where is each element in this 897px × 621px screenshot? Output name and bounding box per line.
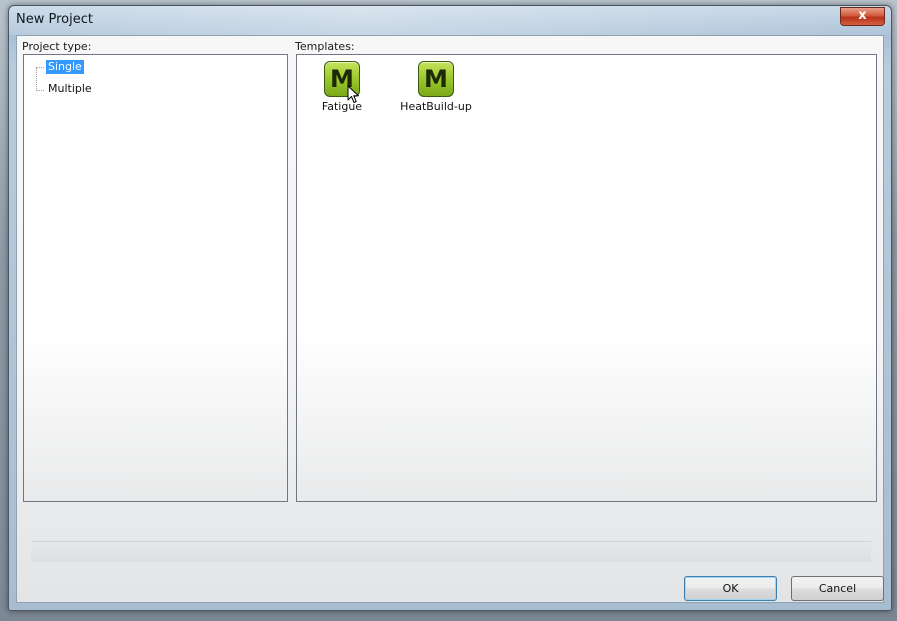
template-m-icon: M bbox=[418, 61, 454, 97]
template-label: HeatBuild-up bbox=[400, 100, 472, 113]
title-bar[interactable]: New Project x bbox=[9, 6, 891, 35]
mouse-cursor-icon bbox=[347, 85, 359, 103]
tree-item-single[interactable]: Single bbox=[46, 60, 84, 74]
template-label: Fatigue bbox=[321, 100, 363, 113]
cancel-button[interactable]: Cancel bbox=[791, 576, 884, 601]
templates-label: Templates: bbox=[295, 40, 355, 53]
template-fatigue[interactable]: M Fatigue bbox=[297, 61, 387, 113]
tree-item-multiple[interactable]: Multiple bbox=[46, 82, 94, 96]
tree-connector bbox=[36, 90, 44, 91]
ok-button[interactable]: OK bbox=[684, 576, 777, 601]
templates-panel[interactable]: M Fatigue M HeatBuild-up bbox=[296, 54, 877, 502]
project-type-tree[interactable]: Single Multiple bbox=[23, 54, 288, 502]
tree-connector bbox=[36, 67, 37, 91]
new-project-dialog: New Project x Project type: Templates: S… bbox=[8, 5, 892, 611]
project-type-label: Project type: bbox=[22, 40, 92, 53]
template-heatbuild-up[interactable]: M HeatBuild-up bbox=[391, 61, 481, 113]
close-icon: x bbox=[858, 8, 867, 23]
dialog-client-area: Project type: Templates: Single Multiple… bbox=[16, 35, 884, 603]
tree-connector bbox=[36, 67, 44, 68]
dialog-separator bbox=[31, 541, 871, 562]
close-button[interactable]: x bbox=[840, 7, 885, 26]
window-title: New Project bbox=[16, 12, 93, 27]
